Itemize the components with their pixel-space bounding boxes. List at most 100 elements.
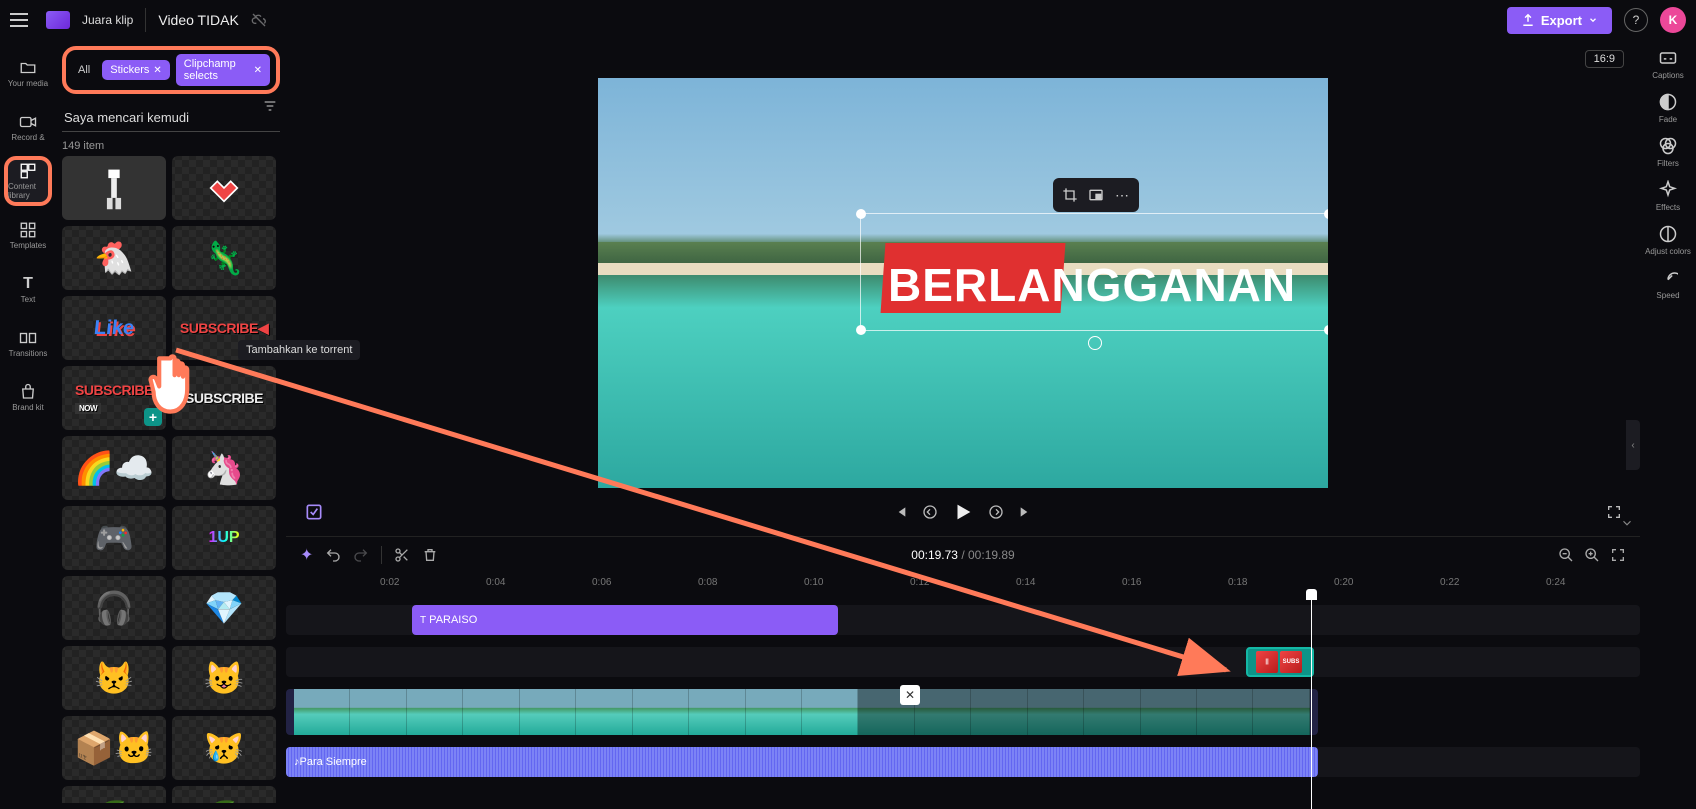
more-icon[interactable]: ⋯ [1111,184,1133,206]
video-clip[interactable] [286,689,1318,735]
rail-content-library[interactable]: Content library [4,156,52,206]
folder-icon [18,59,38,77]
sparkle-icon[interactable]: ✦ [300,545,313,565]
magic-icon[interactable] [304,502,324,522]
playback-controls [286,488,1640,536]
sticker-item[interactable] [172,156,276,220]
transition-icon [18,329,38,347]
rail-templates[interactable]: Templates [4,210,52,260]
resize-handle[interactable] [856,325,866,335]
menu-icon[interactable] [10,8,34,32]
resize-handle[interactable] [856,209,866,219]
sticker-item[interactable]: 🦄 [172,436,276,500]
rotate-handle[interactable] [1088,336,1102,350]
sticker-item[interactable]: 😾 [62,646,166,710]
ruler-tick: 0:12 [910,577,929,588]
rail-label: Content library [8,182,48,200]
sticker-item[interactable]: 😿 [172,716,276,780]
skip-end-icon[interactable] [1018,504,1034,520]
sticker-item[interactable]: 😺 [172,646,276,710]
sticker-item[interactable]: 🍒 [62,786,166,803]
rail-captions[interactable]: Captions [1644,48,1692,80]
selection-box[interactable] [860,213,1328,331]
resize-handle[interactable] [1324,325,1328,335]
sticker-item[interactable]: 1UP [172,506,276,570]
export-button[interactable]: Export [1507,7,1612,34]
ruler-tick: 0:24 [1546,577,1565,588]
zoom-in-icon[interactable] [1584,547,1600,563]
cloud-off-icon [251,12,267,28]
collapse-right-button[interactable]: ‹ [1626,420,1640,470]
close-icon[interactable]: ✕ [254,65,262,76]
rail-your-media[interactable]: Your media [4,48,52,98]
undo-icon[interactable] [325,547,341,563]
fit-icon[interactable] [1610,547,1626,563]
upload-icon [1521,13,1535,27]
user-avatar[interactable]: K [1660,7,1686,33]
timeline-ruler[interactable]: 0:020:040:060:080:100:120:140:160:180:20… [286,573,1640,595]
trim-indicator-icon[interactable]: ✕ [900,685,920,705]
rail-text[interactable]: T Text [4,264,52,314]
sticker-item[interactable]: 🌈☁️ [62,436,166,500]
rail-filters[interactable]: Filters [1644,136,1692,168]
filter-all[interactable]: All [72,60,96,80]
rail-label: Record & [11,133,44,142]
filter-stickers[interactable]: Stickers✕ [102,60,170,80]
skip-start-icon[interactable] [892,504,908,520]
result-count: 149 item [62,140,280,152]
rail-effects[interactable]: Effects [1644,180,1692,212]
play-button[interactable] [952,501,974,523]
search-input[interactable] [62,104,280,132]
sticker-item[interactable]: 📦🐱 [62,716,166,780]
close-icon[interactable]: ✕ [153,65,161,76]
text-clip[interactable]: T PARAISO [412,605,838,635]
chevron-down-icon[interactable] [1620,516,1634,530]
step-back-icon[interactable] [922,504,938,520]
trash-icon[interactable] [422,547,438,563]
resize-handle[interactable] [1324,209,1328,219]
playhead[interactable] [1311,595,1312,809]
sticker-item[interactable]: 🎧 [62,576,166,640]
ruler-tick: 0:18 [1228,577,1247,588]
sticker-item[interactable]: 🦎 [172,226,276,290]
sticker-item[interactable]: 💎 [172,576,276,640]
rail-speed[interactable]: Speed [1644,268,1692,300]
rail-brand-kit[interactable]: Brand kit [4,372,52,422]
search-settings-icon[interactable] [262,98,278,117]
sticker-item[interactable]: 🐔 [62,226,166,290]
sticker-item[interactable]: 🎮 [62,506,166,570]
cursor-hand-icon [148,350,204,420]
rail-label: Your media [8,79,48,88]
bag-icon [18,383,38,401]
help-button[interactable]: ? [1624,8,1648,32]
right-rail: Captions Fade Filters Effects Adjust col… [1640,40,1696,809]
project-title[interactable]: Video TIDAK [158,12,238,28]
camera-icon [18,113,38,131]
rail-transitions[interactable]: Transitions [4,318,52,368]
step-fwd-icon[interactable] [988,504,1004,520]
tooltip: Tambahkan ke torrent [238,340,360,360]
timeline: ✦ 00:19.73 / 00:19.89 0:020:040:060:080:… [286,536,1640,809]
rail-label: Text [21,295,36,304]
scissors-icon[interactable] [394,547,410,563]
rail-adjust-colors[interactable]: Adjust colors [1644,224,1692,256]
ruler-tick: 0:14 [1016,577,1035,588]
filters-icon [1658,136,1678,156]
video-preview[interactable]: ⋯ BERLANGGANAN [598,78,1328,488]
sticker-grid: 🐔 🦎 Like SUBSCRIBE◀ SUBSCRIBENOW+ SUBSCR… [62,156,280,803]
pip-icon[interactable] [1085,184,1107,206]
captions-icon [1658,48,1678,68]
ruler-tick: 0:10 [804,577,823,588]
filter-clipchamp-selects[interactable]: Clipchamp selects✕ [176,54,270,86]
sticker-clip[interactable]: ||SUBS [1246,647,1314,677]
sticker-item[interactable]: 🍒 [172,786,276,803]
aspect-ratio-badge[interactable]: 16:9 [1585,50,1624,68]
divider [145,8,146,32]
redo-icon[interactable] [353,547,369,563]
zoom-out-icon[interactable] [1558,547,1574,563]
rail-fade[interactable]: Fade [1644,92,1692,124]
crop-icon[interactable] [1059,184,1081,206]
rail-record[interactable]: Record & [4,102,52,152]
sticker-item[interactable] [62,156,166,220]
audio-clip[interactable]: ♪ Para Siempre [286,747,1318,777]
